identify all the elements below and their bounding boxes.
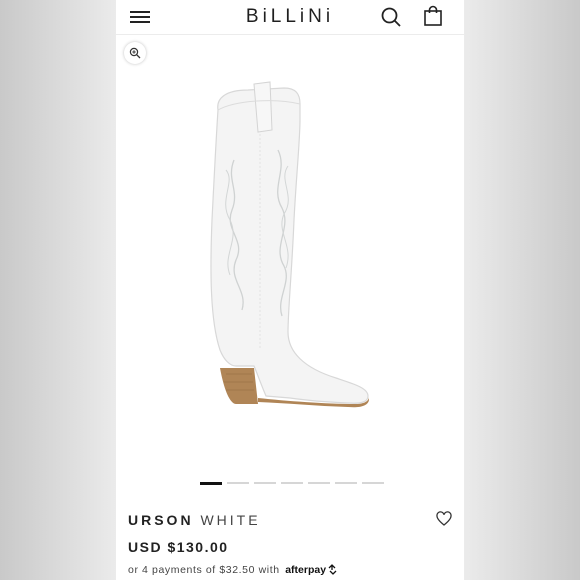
search-icon[interactable] [380,6,402,28]
product-color: WHITE [200,512,261,528]
zoom-in-icon [129,47,141,59]
afterpay-arrows-icon [328,564,337,575]
gallery-dot[interactable] [362,482,384,484]
product-price: USD $130.00 [128,539,229,555]
gallery-dot[interactable] [227,482,249,484]
product-page: BiLLiNi URSON WHITE USD $130.00 or 4 pay… [116,0,464,580]
installment-amount: $32.50 [219,564,256,576]
brand-logo[interactable]: BiLLiNi [116,6,464,28]
gallery-dot[interactable] [254,482,276,484]
installment-with: with [258,564,280,576]
shopping-bag-icon[interactable] [422,5,444,27]
gallery-dot[interactable] [308,482,330,484]
right-backdrop [464,0,580,580]
installment-prefix: or 4 payments of [128,564,216,576]
gallery-dot[interactable] [200,482,222,485]
heart-icon[interactable] [436,511,452,527]
installment-info: or 4 payments of $32.50 with afterpay [128,564,338,576]
product-title: URSON WHITE [128,512,261,528]
gallery-dot[interactable] [281,482,303,484]
afterpay-logo[interactable]: afterpay [285,564,326,576]
gallery-dot[interactable] [335,482,357,484]
zoom-button[interactable] [124,42,146,64]
product-name: URSON [128,512,194,528]
top-navigation-bar: BiLLiNi [116,0,464,35]
product-image-boot[interactable] [196,70,376,430]
left-backdrop [0,0,116,580]
